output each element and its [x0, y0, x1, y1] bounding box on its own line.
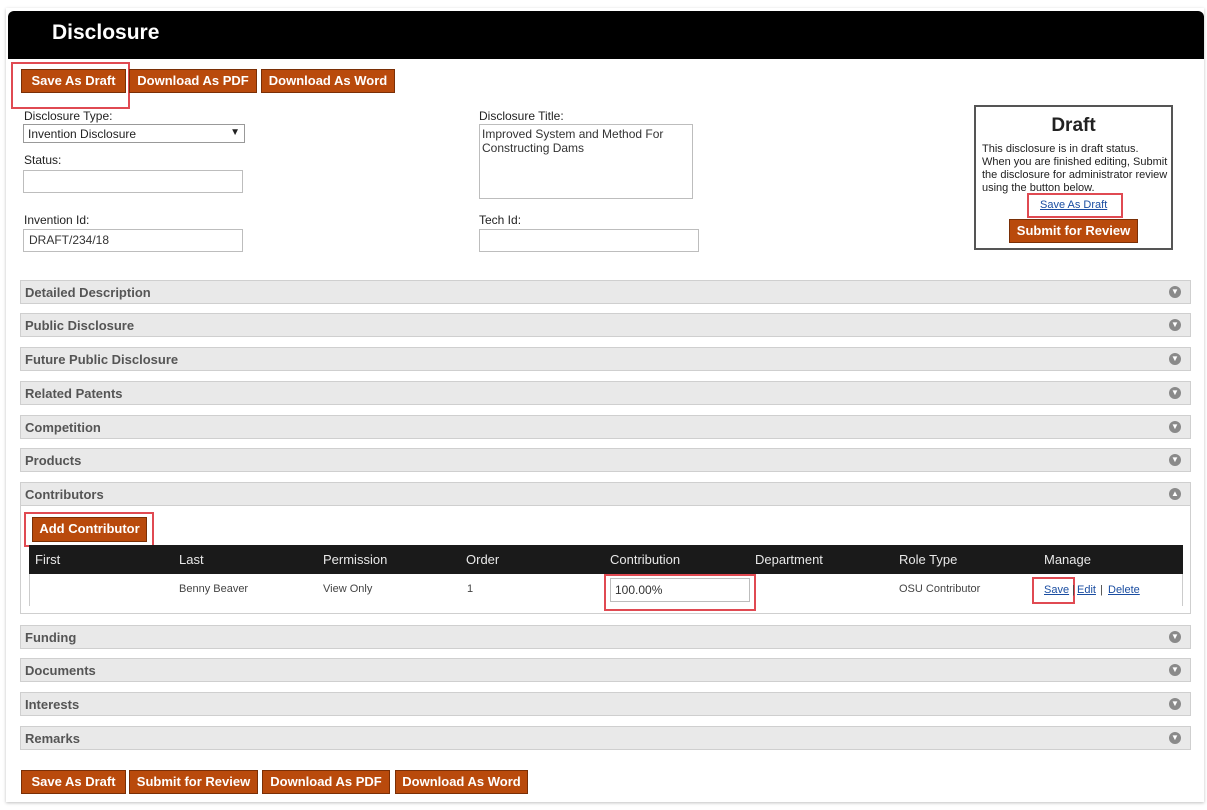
section-interests[interactable]: Interests ▼ — [20, 692, 1191, 716]
section-documents[interactable]: Documents ▼ — [20, 658, 1191, 682]
section-title: Contributors — [25, 487, 104, 502]
highlight-row-save — [1032, 577, 1075, 604]
chevron-down-icon: ▼ — [1169, 454, 1181, 466]
section-title: Remarks — [25, 731, 80, 746]
disclosure-type-select[interactable]: Invention Disclosure ▼ — [23, 124, 245, 143]
highlight-save-draft — [11, 62, 130, 109]
cell-permission: View Only — [323, 583, 373, 595]
column-header: Permission — [323, 552, 388, 567]
chevron-down-icon: ▼ — [1169, 387, 1181, 399]
page-title: Disclosure — [52, 21, 160, 44]
row-edit-link[interactable]: Edit — [1077, 584, 1096, 596]
row-delete-link[interactable]: Delete — [1108, 584, 1140, 596]
chevron-up-icon: ▲ — [1169, 488, 1181, 500]
tech-id-label: Tech Id: — [479, 213, 522, 227]
status-field[interactable] — [23, 170, 243, 193]
disclosure-type-label: Disclosure Type: — [24, 109, 113, 123]
highlight-add-contributor — [24, 512, 154, 547]
section-title: Detailed Description — [25, 285, 151, 300]
section-remarks[interactable]: Remarks ▼ — [20, 726, 1191, 750]
separator: | — [1100, 584, 1103, 596]
disclosure-title-textarea[interactable]: Improved System and Method For Construct… — [479, 124, 693, 199]
section-related-patents[interactable]: Related Patents ▼ — [20, 381, 1191, 405]
column-header: Role Type — [899, 552, 958, 567]
column-header: Contribution — [610, 552, 681, 567]
section-title: Funding — [25, 630, 77, 645]
section-contributors[interactable]: Contributors ▲ — [20, 482, 1191, 506]
contributors-table-header: First Last Permission Order Contribution… — [29, 545, 1183, 574]
page-header: Disclosure — [8, 11, 1204, 59]
chevron-down-icon: ▼ — [1169, 664, 1181, 676]
status-label: Status: — [24, 153, 62, 167]
section-title: Competition — [25, 420, 101, 435]
column-header: Order — [466, 552, 500, 567]
column-header: Manage — [1044, 552, 1091, 567]
section-title: Documents — [25, 663, 96, 678]
submit-review-button-top[interactable]: Submit for Review — [1009, 219, 1138, 243]
submit-review-button-bottom[interactable]: Submit for Review — [129, 770, 258, 794]
section-title: Future Public Disclosure — [25, 352, 179, 367]
section-title: Public Disclosure — [25, 318, 135, 333]
highlight-contribution — [604, 574, 756, 611]
download-word-button[interactable]: Download As Word — [261, 69, 395, 93]
column-header: Department — [755, 552, 823, 567]
cell-order: 1 — [467, 583, 474, 595]
section-products[interactable]: Products ▼ — [20, 448, 1191, 472]
section-public-disclosure[interactable]: Public Disclosure ▼ — [20, 313, 1191, 337]
section-future-public-disclosure[interactable]: Future Public Disclosure ▼ — [20, 347, 1191, 371]
download-pdf-button-bottom[interactable]: Download As PDF — [262, 770, 390, 794]
status-title: Draft — [1051, 115, 1096, 136]
section-funding[interactable]: Funding ▼ — [20, 625, 1191, 649]
column-header: Last — [179, 552, 204, 567]
dropdown-arrow-icon: ▼ — [230, 127, 240, 138]
chevron-down-icon: ▼ — [1169, 319, 1181, 331]
cell-last: Benny Beaver — [179, 583, 249, 595]
chevron-down-icon: ▼ — [1169, 698, 1181, 710]
chevron-down-icon: ▼ — [1169, 732, 1181, 744]
cell-role-type: OSU Contributor — [899, 583, 981, 595]
download-pdf-button[interactable]: Download As PDF — [129, 69, 257, 93]
tech-id-field[interactable] — [479, 229, 699, 252]
chevron-down-icon: ▼ — [1169, 353, 1181, 365]
section-title: Products — [25, 453, 82, 468]
invention-id-label: Invention Id: — [24, 213, 90, 227]
highlight-status-save — [1027, 193, 1123, 218]
section-title: Related Patents — [25, 386, 123, 401]
section-detailed-description[interactable]: Detailed Description ▼ — [20, 280, 1191, 304]
disclosure-type-value: Invention Disclosure — [28, 127, 137, 141]
section-competition[interactable]: Competition ▼ — [20, 415, 1191, 439]
download-word-button-bottom[interactable]: Download As Word — [395, 770, 528, 794]
column-header: First — [35, 552, 61, 567]
save-draft-button-bottom[interactable]: Save As Draft — [21, 770, 126, 794]
chevron-down-icon: ▼ — [1169, 631, 1181, 643]
section-title: Interests — [25, 697, 80, 712]
status-description: This disclosure is in draft status. When… — [982, 143, 1168, 194]
chevron-down-icon: ▼ — [1169, 286, 1181, 298]
disclosure-title-label: Disclosure Title: — [479, 109, 564, 123]
invention-id-field[interactable]: DRAFT/234/18 — [23, 229, 243, 252]
separator: | — [1072, 584, 1075, 596]
chevron-down-icon: ▼ — [1169, 421, 1181, 433]
